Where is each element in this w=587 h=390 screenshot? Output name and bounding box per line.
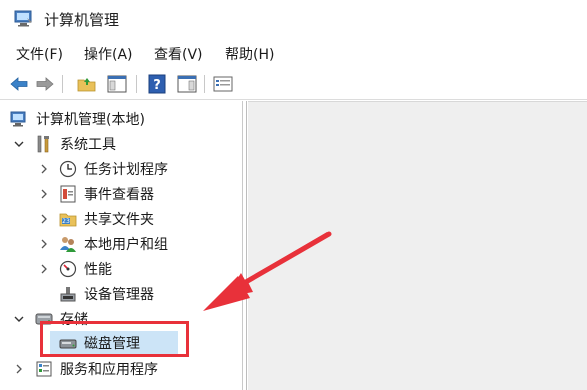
menu-action[interactable]: 操作(A): [84, 44, 133, 64]
tree-item-label: 计算机管理(本地): [36, 112, 145, 128]
up-folder-icon[interactable]: [76, 73, 98, 95]
chevron-right-icon[interactable]: [38, 188, 50, 200]
tree-item-system-tools[interactable]: 系统工具: [0, 132, 240, 156]
tree-item-label: 性能: [84, 262, 112, 278]
chevron-right-icon[interactable]: [13, 363, 25, 375]
menu-help[interactable]: 帮助(H): [225, 44, 274, 64]
tree-item-performance[interactable]: 性能: [0, 257, 240, 281]
tree-item-device-manager[interactable]: 设备管理器: [0, 282, 240, 306]
properties-icon[interactable]: [212, 73, 234, 95]
svg-text:?: ?: [153, 78, 161, 93]
help-icon[interactable]: ?: [146, 73, 168, 95]
tree-item-task-scheduler[interactable]: 任务计划程序: [0, 157, 240, 181]
toolbar-separator: [136, 75, 137, 93]
tree-item-label: 服务和应用程序: [60, 362, 158, 378]
tree-item-event-viewer[interactable]: 事件查看器: [0, 182, 240, 206]
toolbar-separator: [204, 75, 205, 93]
tree-item-label: 设备管理器: [84, 287, 154, 303]
show-hide-tree-icon[interactable]: [106, 73, 128, 95]
clock-icon: [59, 160, 77, 178]
tree-item-root[interactable]: 计算机管理(本地): [0, 107, 240, 131]
back-arrow-icon[interactable]: [8, 73, 30, 95]
window-title: 计算机管理: [44, 11, 120, 29]
toolbar: ?: [0, 68, 587, 100]
shared-folder-icon: 23: [59, 210, 77, 228]
tree-item-label: 本地用户和组: [84, 237, 168, 253]
tree-item-local-users[interactable]: 本地用户和组: [0, 232, 240, 256]
content-pane: [248, 101, 587, 390]
computer-management-icon: [14, 9, 34, 27]
pane-splitter[interactable]: [243, 101, 247, 390]
users-icon: [59, 235, 77, 253]
chevron-right-icon[interactable]: [38, 263, 50, 275]
chevron-right-icon[interactable]: [38, 213, 50, 225]
menu-file[interactable]: 文件(F): [16, 44, 63, 64]
gauge-icon: [59, 260, 77, 278]
tools-icon: [35, 135, 53, 153]
chevron-right-icon[interactable]: [38, 238, 50, 250]
tree-item-label: 共享文件夹: [84, 212, 154, 228]
forward-arrow-icon[interactable]: [34, 73, 56, 95]
chevron-down-icon[interactable]: [13, 138, 25, 150]
computer-management-icon: [10, 110, 28, 128]
show-action-pane-icon[interactable]: [176, 73, 198, 95]
event-log-icon: [59, 185, 77, 203]
svg-text:23: 23: [62, 218, 70, 225]
menu-bar: 文件(F) 操作(A) 查看(V) 帮助(H): [0, 38, 587, 68]
services-icon: [35, 360, 53, 378]
toolbar-separator: [62, 75, 63, 93]
chevron-right-icon[interactable]: [38, 163, 50, 175]
tree-item-shared-folders[interactable]: 23 共享文件夹: [0, 207, 240, 231]
tree-item-label: 系统工具: [60, 137, 116, 153]
annotation-highlight-box: [40, 321, 189, 357]
device-icon: [59, 285, 77, 303]
tree-item-label: 事件查看器: [84, 187, 154, 203]
title-bar: 计算机管理: [0, 0, 587, 38]
tree-item-label: 任务计划程序: [84, 162, 168, 178]
tree-item-services-apps[interactable]: 服务和应用程序: [0, 357, 240, 381]
menu-view[interactable]: 查看(V): [154, 44, 203, 64]
chevron-down-icon[interactable]: [13, 313, 25, 325]
